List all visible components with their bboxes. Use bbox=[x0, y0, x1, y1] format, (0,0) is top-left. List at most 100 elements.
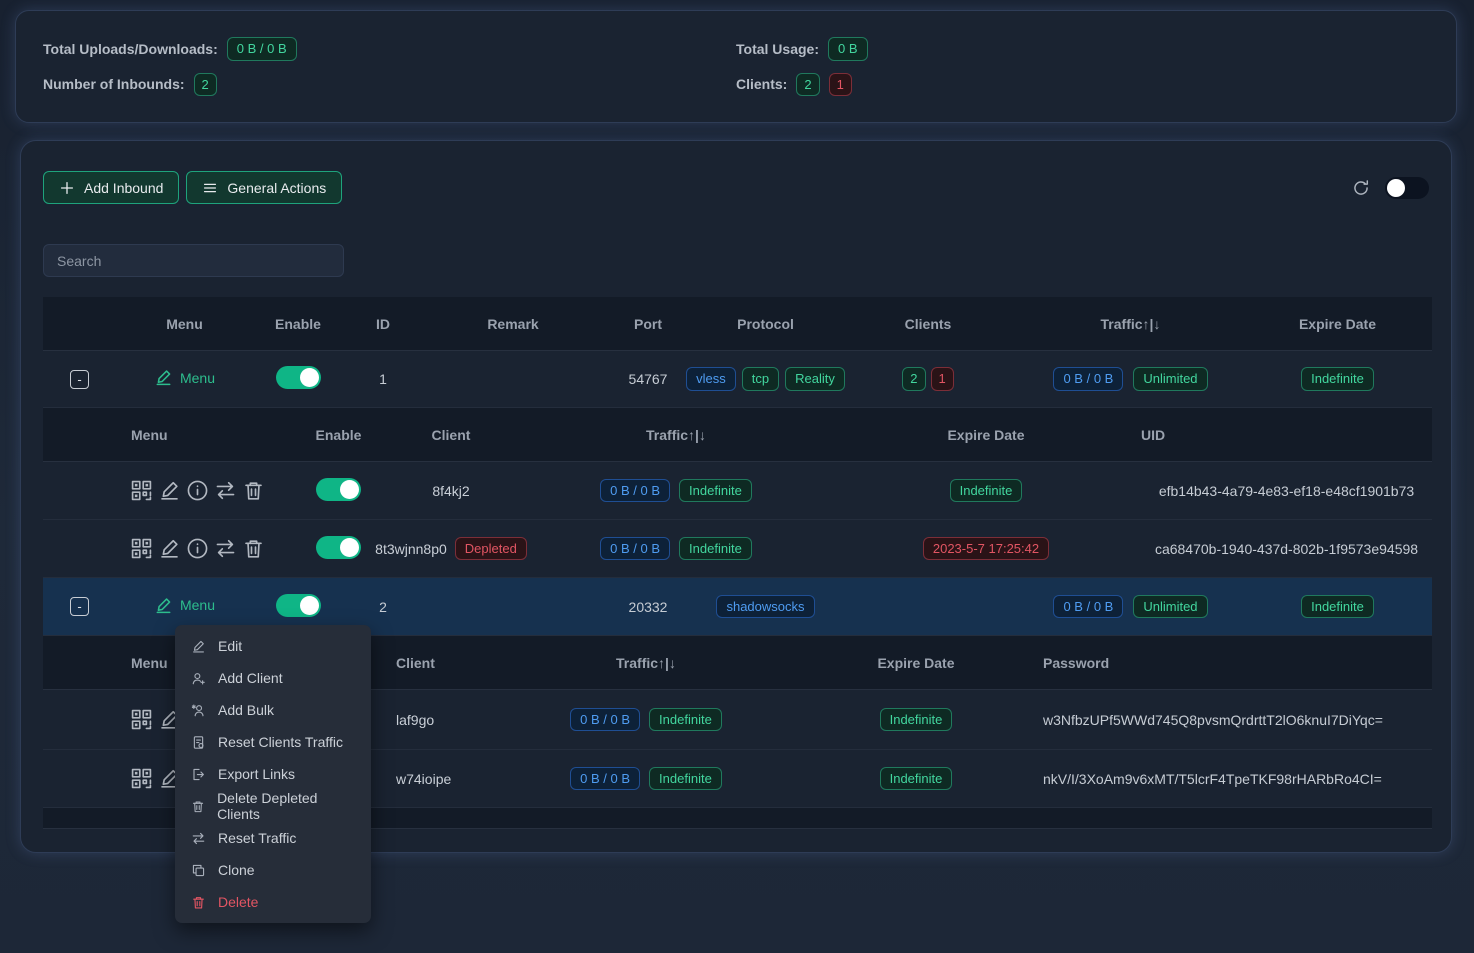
menu-item-edit[interactable]: Edit bbox=[175, 630, 371, 662]
header-clients: Clients bbox=[838, 316, 1018, 332]
file-reset-icon bbox=[191, 735, 206, 750]
inbound-1-enable-toggle[interactable] bbox=[276, 366, 321, 389]
qrcode-icon-button[interactable] bbox=[130, 708, 153, 731]
client-info-icon-button[interactable] bbox=[186, 537, 209, 560]
client-password: nkV/I/3XoAm9v6xMT/T5lcrF4TpeTKF98rHARbRo… bbox=[1041, 771, 1432, 787]
edit-pencil-icon bbox=[154, 368, 173, 387]
refresh-button[interactable] bbox=[1352, 179, 1370, 197]
menu-item-add-client[interactable]: Add Client bbox=[175, 662, 371, 694]
traffic-limit-badge: Unlimited bbox=[1133, 367, 1207, 391]
menu-item-export-links[interactable]: Export Links bbox=[175, 758, 371, 790]
client-enable-toggle[interactable] bbox=[316, 478, 361, 501]
menu-item-clone[interactable]: Clone bbox=[175, 854, 371, 886]
sub-header-client: Client bbox=[381, 427, 521, 443]
sub-header-menu: Menu bbox=[116, 427, 296, 443]
add-inbound-label: Add Inbound bbox=[84, 180, 163, 196]
total-usage-stat: Total Usage: 0 B bbox=[736, 37, 1429, 61]
sub-header-password: Password bbox=[1041, 655, 1432, 671]
menu-item-reset-traffic[interactable]: Reset Traffic bbox=[175, 822, 371, 854]
client-name: laf9go bbox=[371, 712, 501, 728]
inbound-2-menu-button[interactable]: Menu bbox=[154, 596, 215, 615]
collapse-inbound-2-button[interactable]: - bbox=[70, 597, 89, 616]
add-inbound-button[interactable]: Add Inbound bbox=[43, 171, 179, 204]
delete-client-icon-button[interactable] bbox=[242, 479, 265, 502]
header-traffic-sort[interactable]: Traffic↑|↓ bbox=[1018, 316, 1243, 332]
client-uid: ca68470b-1940-437d-802b-1f9573e94598 bbox=[1141, 541, 1432, 557]
edit-client-icon-button[interactable] bbox=[158, 537, 181, 560]
expire-badge: Indefinite bbox=[1301, 367, 1374, 391]
client-info-icon-button[interactable] bbox=[186, 479, 209, 502]
sub-header-enable: Enable bbox=[296, 427, 381, 443]
swap-arrows-icon bbox=[191, 831, 206, 846]
collapse-inbound-1-button[interactable]: - bbox=[70, 370, 89, 389]
plus-icon bbox=[59, 180, 75, 196]
clients-active-badge: 2 bbox=[796, 73, 819, 97]
header-menu: Menu bbox=[116, 316, 253, 332]
sub-header-traffic-sort[interactable]: Traffic↑|↓ bbox=[521, 427, 831, 443]
header-expire-date: Expire Date bbox=[1243, 316, 1432, 332]
delete-client-icon-button[interactable] bbox=[242, 537, 265, 560]
network-badge: tcp bbox=[742, 367, 779, 391]
menu-item-add-bulk[interactable]: Add Bulk bbox=[175, 694, 371, 726]
reset-client-traffic-icon-button[interactable] bbox=[214, 537, 237, 560]
client-expire-badge: Indefinite bbox=[880, 767, 953, 791]
header-port: Port bbox=[603, 316, 693, 332]
client-uid: efb14b43-4a79-4e83-ef18-e48cf1901b73 bbox=[1141, 483, 1432, 499]
general-actions-label: General Actions bbox=[227, 180, 326, 196]
inbound-menu-label: Menu bbox=[180, 370, 215, 386]
sub-header-expire: Expire Date bbox=[831, 427, 1141, 443]
header-protocol: Protocol bbox=[693, 316, 838, 332]
client-expire-badge: 2023-5-7 17:25:42 bbox=[923, 537, 1049, 561]
client-enable-toggle[interactable] bbox=[316, 536, 361, 559]
header-remark: Remark bbox=[423, 316, 603, 332]
export-icon bbox=[191, 767, 206, 782]
inbound-menu-label: Menu bbox=[180, 597, 215, 613]
number-of-inbounds-badge: 2 bbox=[194, 73, 217, 97]
protocol-badge: shadowsocks bbox=[716, 595, 814, 619]
total-usage-badge: 0 B bbox=[828, 37, 868, 61]
qrcode-icon-button[interactable] bbox=[130, 537, 153, 560]
traffic-limit-badge: Unlimited bbox=[1133, 595, 1207, 619]
menu-item-delete-depleted-clients[interactable]: Delete Depleted Clients bbox=[175, 790, 371, 822]
clients-depleted-badge: 1 bbox=[829, 73, 852, 97]
client-traffic-limit-badge: Indefinite bbox=[679, 479, 752, 503]
total-uploads-downloads-label: Total Uploads/Downloads: bbox=[43, 41, 218, 57]
edit-pencil-icon bbox=[154, 596, 173, 615]
toggle-switch[interactable] bbox=[1385, 177, 1429, 199]
header-enable: Enable bbox=[253, 316, 343, 332]
refresh-icon bbox=[1352, 179, 1370, 197]
total-usage-label: Total Usage: bbox=[736, 41, 819, 57]
depleted-badge: Depleted bbox=[455, 537, 527, 561]
sub-header-expire: Expire Date bbox=[791, 655, 1041, 671]
search-input[interactable] bbox=[43, 244, 344, 277]
traffic-badge: 0 B / 0 B bbox=[1053, 595, 1123, 619]
header-id: ID bbox=[343, 316, 423, 332]
expire-badge: Indefinite bbox=[1301, 595, 1374, 619]
security-badge: Reality bbox=[785, 367, 845, 391]
client-row-8f4kj2: 8f4kj2 0 B / 0 B Indefinite Indefinite e… bbox=[43, 462, 1432, 520]
trash-icon bbox=[191, 895, 206, 910]
inbound-context-menu: Edit Add Client Add Bulk Reset Clients T… bbox=[175, 625, 371, 923]
qrcode-icon-button[interactable] bbox=[130, 767, 153, 790]
number-of-inbounds-stat: Number of Inbounds: 2 bbox=[43, 73, 736, 97]
stats-panel: Total Uploads/Downloads: 0 B / 0 B Total… bbox=[15, 10, 1457, 123]
inbound-1-menu-button[interactable]: Menu bbox=[154, 368, 215, 387]
client-row-8t3wjnn8p0: 8t3wjnn8p0 Depleted 0 B / 0 B Indefinite… bbox=[43, 520, 1432, 578]
client-password: w3NfbzUPf5WWd745Q8pvsmQrdrttT2lO6knuI7Di… bbox=[1041, 712, 1432, 728]
general-actions-button[interactable]: General Actions bbox=[186, 171, 342, 204]
inbounds-table-header: Menu Enable ID Remark Port Protocol Clie… bbox=[43, 297, 1432, 351]
client-menu-icons bbox=[116, 479, 296, 502]
clients-count-badge: 2 bbox=[902, 367, 925, 391]
trash-icon bbox=[191, 799, 205, 814]
user-bulk-icon bbox=[191, 703, 206, 718]
edit-client-icon-button[interactable] bbox=[158, 479, 181, 502]
clients-label: Clients: bbox=[736, 76, 787, 92]
inbound-2-id: 2 bbox=[343, 599, 423, 615]
sub-header-traffic-sort[interactable]: Traffic↑|↓ bbox=[501, 655, 791, 671]
inbound-2-enable-toggle[interactable] bbox=[276, 594, 321, 617]
total-uploads-downloads-stat: Total Uploads/Downloads: 0 B / 0 B bbox=[43, 37, 736, 61]
reset-client-traffic-icon-button[interactable] bbox=[214, 479, 237, 502]
qrcode-icon-button[interactable] bbox=[130, 479, 153, 502]
menu-item-delete[interactable]: Delete bbox=[175, 886, 371, 918]
menu-item-reset-clients-traffic[interactable]: Reset Clients Traffic bbox=[175, 726, 371, 758]
